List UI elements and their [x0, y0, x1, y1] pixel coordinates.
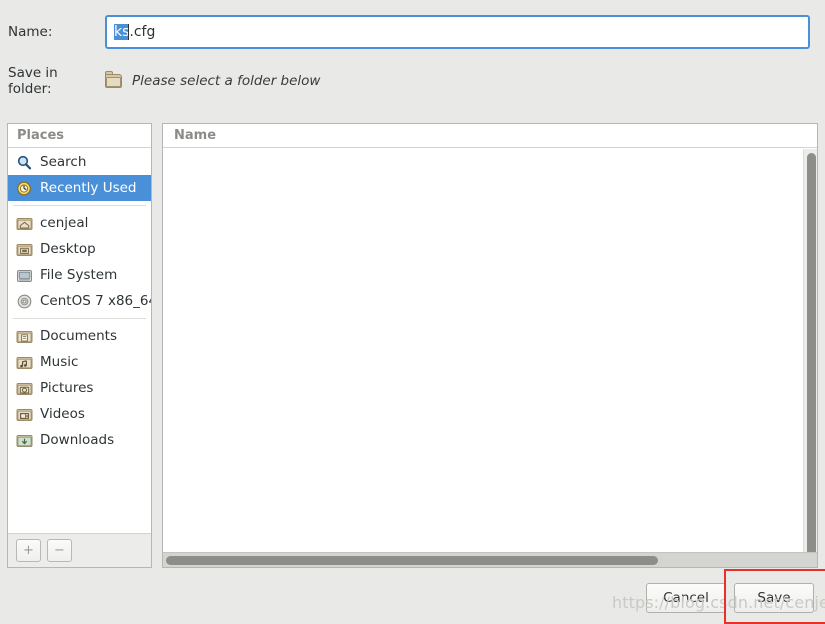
downloads-folder-icon [16, 433, 33, 448]
sidebar-item-documents[interactable]: Documents [8, 323, 151, 349]
sidebar-item-centos-disc[interactable]: CentOS 7 x86_64 [8, 288, 151, 314]
filename-selected-text: ks [114, 24, 130, 40]
vertical-scrollbar-thumb[interactable] [807, 153, 816, 563]
save-in-folder-label: Save in folder: [8, 65, 58, 97]
sidebar-item-recently-used[interactable]: Recently Used [8, 175, 151, 201]
watermark-text: https://blog.csdn.net/cenjeal [612, 593, 825, 612]
horizontal-scrollbar-thumb[interactable] [166, 556, 658, 565]
sidebar-item-pictures[interactable]: Pictures [8, 375, 151, 401]
sidebar-item-label: Videos [40, 406, 85, 422]
folder-icon [105, 71, 122, 88]
add-bookmark-button[interactable]: + [16, 539, 41, 562]
places-sidebar: Places Search Recently Used cenjeal Desk… [7, 123, 152, 568]
sidebar-item-label: File System [40, 267, 118, 283]
places-list: Search Recently Used cenjeal Desktop Fil… [8, 148, 151, 533]
home-folder-icon [16, 216, 33, 231]
file-list-horizontal-scrollbar[interactable] [163, 552, 817, 567]
videos-folder-icon [16, 407, 33, 422]
drive-icon [16, 268, 33, 283]
desktop-folder-icon [16, 242, 33, 257]
sidebar-item-label: Desktop [40, 241, 96, 257]
file-list-vertical-scrollbar[interactable] [803, 149, 817, 567]
optical-disc-icon [16, 294, 33, 309]
file-list-pane: Name [162, 123, 818, 568]
remove-bookmark-button[interactable]: − [47, 539, 72, 562]
file-list-body[interactable] [163, 149, 817, 543]
sidebar-item-label: Documents [40, 328, 117, 344]
sidebar-item-label: CentOS 7 x86_64 [40, 293, 151, 309]
sidebar-item-label: Pictures [40, 380, 94, 396]
sidebar-item-downloads[interactable]: Downloads [8, 427, 151, 453]
folder-message: Please select a folder below [132, 73, 321, 89]
sidebar-item-label: cenjeal [40, 215, 89, 231]
places-separator-1 [13, 205, 146, 206]
sidebar-item-cenjeal[interactable]: cenjeal [8, 210, 151, 236]
sidebar-item-file-system[interactable]: File System [8, 262, 151, 288]
places-footer-toolbar: + − [8, 533, 151, 567]
sidebar-item-label: Music [40, 354, 79, 370]
name-label: Name: [8, 24, 53, 40]
sidebar-item-search[interactable]: Search [8, 149, 151, 175]
folder-chooser[interactable]: Please select a folder below [105, 71, 321, 89]
save-in-folder-row: Save in folder: Please select a folder b… [0, 65, 825, 97]
sidebar-item-label: Search [40, 154, 87, 170]
clock-icon [16, 181, 33, 196]
file-list-column-header-name[interactable]: Name [163, 124, 817, 148]
places-header: Places [8, 124, 151, 148]
sidebar-item-music[interactable]: Music [8, 349, 151, 375]
pictures-folder-icon [16, 381, 33, 396]
places-separator-2 [13, 318, 146, 319]
documents-folder-icon [16, 329, 33, 344]
sidebar-item-videos[interactable]: Videos [8, 401, 151, 427]
filename-rest-text: .cfg [129, 24, 156, 40]
file-save-dialog: Name: ks .cfg Save in folder: Please sele… [0, 0, 825, 624]
sidebar-item-desktop[interactable]: Desktop [8, 236, 151, 262]
sidebar-item-label: Downloads [40, 432, 115, 448]
music-folder-icon [16, 355, 33, 370]
filename-input[interactable]: ks .cfg [105, 15, 810, 49]
search-icon [16, 155, 33, 170]
sidebar-item-label: Recently Used [40, 180, 137, 196]
name-row: Name: ks .cfg [0, 14, 825, 50]
